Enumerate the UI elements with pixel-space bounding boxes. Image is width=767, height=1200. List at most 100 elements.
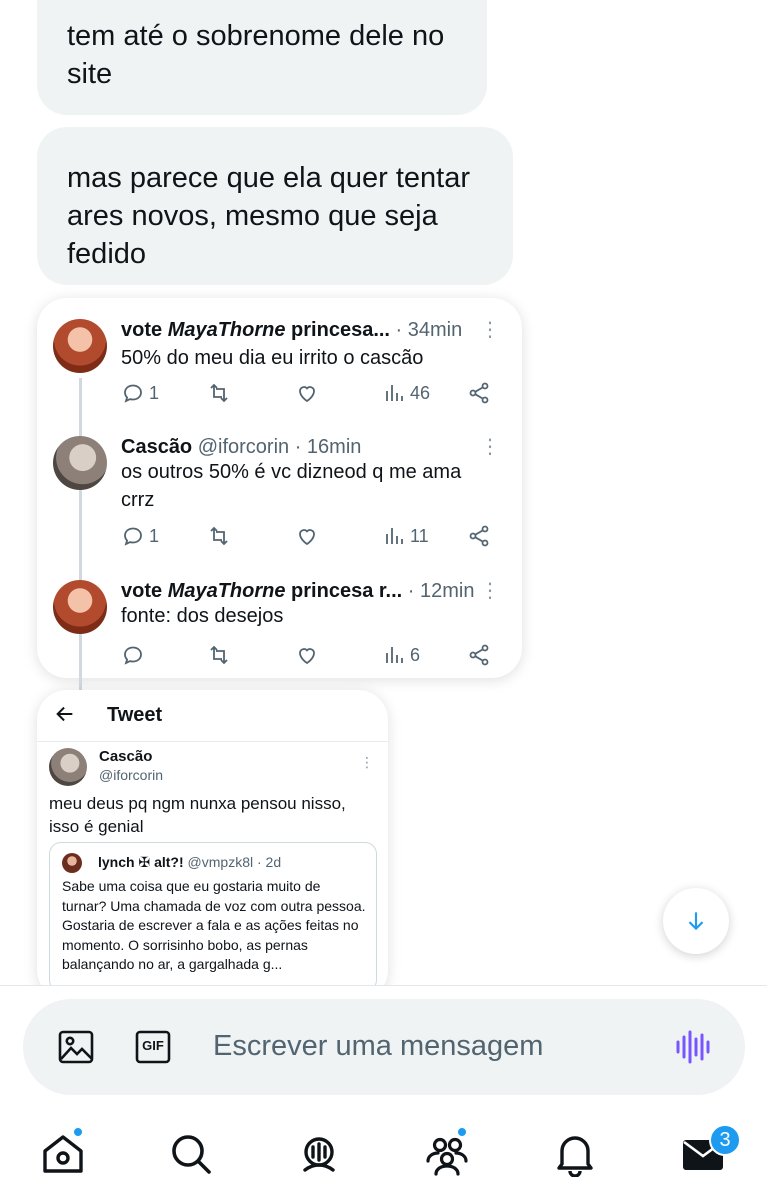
views-button[interactable]: 46 — [382, 380, 430, 406]
retweet-icon — [210, 383, 228, 403]
avatar[interactable] — [53, 436, 107, 490]
thread-tweet[interactable]: vote MayaThorne princesa r... · 12min ⋮ … — [37, 577, 522, 672]
reply-button[interactable] — [121, 642, 149, 668]
more-icon[interactable]: ⋮ — [480, 435, 500, 459]
tweet-text: fonte: dos desejos — [121, 605, 284, 627]
retweet-button[interactable] — [207, 523, 231, 549]
share-icon — [469, 525, 489, 547]
avatar — [49, 748, 87, 786]
tweet-header: vote MayaThorne princesa r... · 12min — [121, 577, 491, 605]
bottom-tab-bar — [0, 1103, 767, 1200]
tweet-meta: @iforcorin · 16min — [192, 436, 362, 458]
avatar[interactable] — [53, 319, 107, 373]
views-button[interactable]: 6 — [382, 642, 420, 668]
message-composer[interactable]: GIF Escrever uma mensagem — [23, 999, 745, 1095]
tweet-text: os outros 50% é vc dizneod q me ama crrz — [121, 461, 462, 511]
retweet-icon — [210, 526, 228, 546]
reply-icon — [124, 527, 142, 546]
tweet-text: 50% do meu dia eu irrito o cascão — [121, 347, 424, 369]
author-name-suffix: princesa... — [285, 319, 390, 341]
author-name-suffix: princesa r... — [285, 580, 403, 602]
author-name-styled: MayaThorne — [167, 580, 286, 602]
share-icon — [469, 644, 489, 666]
message-text: mas parece que ela quer tentar ares novo… — [67, 162, 471, 270]
home-notification-dot — [73, 1127, 83, 1137]
like-icon — [299, 386, 315, 403]
tweet-header: vote MayaThorne princesa... · 34min — [121, 316, 491, 344]
share-button[interactable] — [467, 523, 491, 549]
like-icon — [299, 529, 315, 546]
tweet-actions: 1 11 — [121, 523, 491, 549]
retweet-button[interactable] — [207, 642, 231, 668]
scroll-to-bottom-button[interactable] — [663, 888, 729, 954]
like-icon — [299, 648, 315, 665]
tab-spaces[interactable] — [296, 1131, 342, 1177]
reply-icon — [124, 384, 142, 403]
tweet-actions: 6 — [121, 642, 491, 668]
chat-area[interactable]: tem até o sobrenome dele no site mas par… — [0, 0, 767, 985]
quoted-author-name: lynch ✠ alt?! — [98, 854, 184, 870]
retweet-icon — [210, 645, 228, 665]
voice-icon[interactable] — [673, 1027, 713, 1067]
views-icon — [386, 528, 403, 544]
image-icon[interactable] — [56, 1027, 96, 1067]
messages-unread-badge: 3 — [709, 1124, 741, 1156]
search-icon — [172, 1135, 211, 1174]
shared-thread-card[interactable]: vote MayaThorne princesa... · 34min ⋮ 50… — [37, 298, 522, 723]
quoted-tweet-text: Sabe uma coisa que eu gostaria muito de … — [62, 878, 366, 973]
home-icon — [43, 1135, 83, 1173]
avatar — [62, 853, 82, 873]
message-bubble[interactable]: mas parece que ela quer tentar ares novo… — [37, 127, 513, 285]
reply-button[interactable]: 1 — [121, 380, 159, 406]
share-button[interactable] — [467, 642, 491, 668]
tab-search[interactable] — [168, 1131, 214, 1177]
spaces-icon — [303, 1137, 335, 1172]
like-button[interactable] — [295, 642, 319, 668]
views-icon — [386, 385, 403, 401]
communities-icon — [426, 1137, 468, 1176]
thread-tweet[interactable]: vote MayaThorne princesa... · 34min ⋮ 50… — [37, 316, 522, 431]
tweet-actions: 1 46 — [121, 380, 491, 406]
notifications-icon — [557, 1136, 593, 1178]
author-name: Cascão — [99, 748, 153, 765]
tab-communities[interactable] — [424, 1131, 470, 1177]
retweet-button[interactable] — [207, 380, 231, 406]
reply-button[interactable]: 1 — [121, 523, 159, 549]
share-button[interactable] — [467, 380, 491, 406]
like-button[interactable] — [295, 523, 319, 549]
avatar[interactable] — [53, 580, 107, 634]
reply-icon — [124, 646, 142, 665]
message-bubble[interactable]: tem até o sobrenome dele no site — [37, 0, 487, 115]
tab-home[interactable] — [40, 1131, 86, 1177]
tweet-header: Cascão @iforcorin · 16min — [121, 433, 491, 461]
message-text: tem até o sobrenome dele no site — [67, 20, 445, 90]
quoted-meta: @vmpzk8l · 2d — [187, 854, 282, 870]
quoted-tweet: lynch ✠ alt?! @vmpzk8l · 2d Sabe uma coi… — [49, 842, 377, 985]
author-handle: @iforcorin — [99, 767, 164, 783]
tweet-text: meu deus pq ngm nunxa pensou nisso, isso… — [49, 794, 346, 836]
thread-tweet[interactable]: Cascão @iforcorin · 16min ⋮ os outros 50… — [37, 433, 522, 563]
author-name: vote — [121, 580, 168, 602]
message-input[interactable]: Escrever uma mensagem — [213, 1030, 543, 1063]
more-icon: ⋮ — [360, 754, 374, 770]
gif-label: GIF — [142, 1038, 164, 1053]
author-name: vote — [121, 319, 168, 341]
reply-count: 1 — [149, 382, 160, 403]
shared-tweet-image[interactable]: Tweet Cascão @iforcorin ⋮ meu deus pq ng… — [37, 690, 388, 985]
tweet-screen-header: Tweet — [37, 690, 388, 742]
communities-notification-dot — [457, 1127, 467, 1137]
more-icon[interactable]: ⋮ — [480, 579, 500, 603]
views-icon — [386, 647, 403, 663]
author-name: Cascão — [121, 436, 193, 458]
more-icon[interactable]: ⋮ — [480, 318, 500, 342]
views-button[interactable]: 11 — [382, 523, 429, 549]
tweet-screen-title: Tweet — [107, 704, 163, 726]
arrow-down-icon — [688, 912, 704, 931]
author-name-styled: MayaThorne — [167, 319, 286, 341]
gif-icon[interactable]: GIF — [133, 1027, 173, 1067]
like-button[interactable] — [295, 380, 319, 406]
tweet-meta: · 12min — [402, 580, 475, 602]
views-count: 6 — [410, 644, 421, 665]
quoted-tweet-header: lynch ✠ alt?! @vmpzk8l · 2d — [98, 854, 281, 871]
tab-notifications[interactable] — [552, 1131, 598, 1178]
